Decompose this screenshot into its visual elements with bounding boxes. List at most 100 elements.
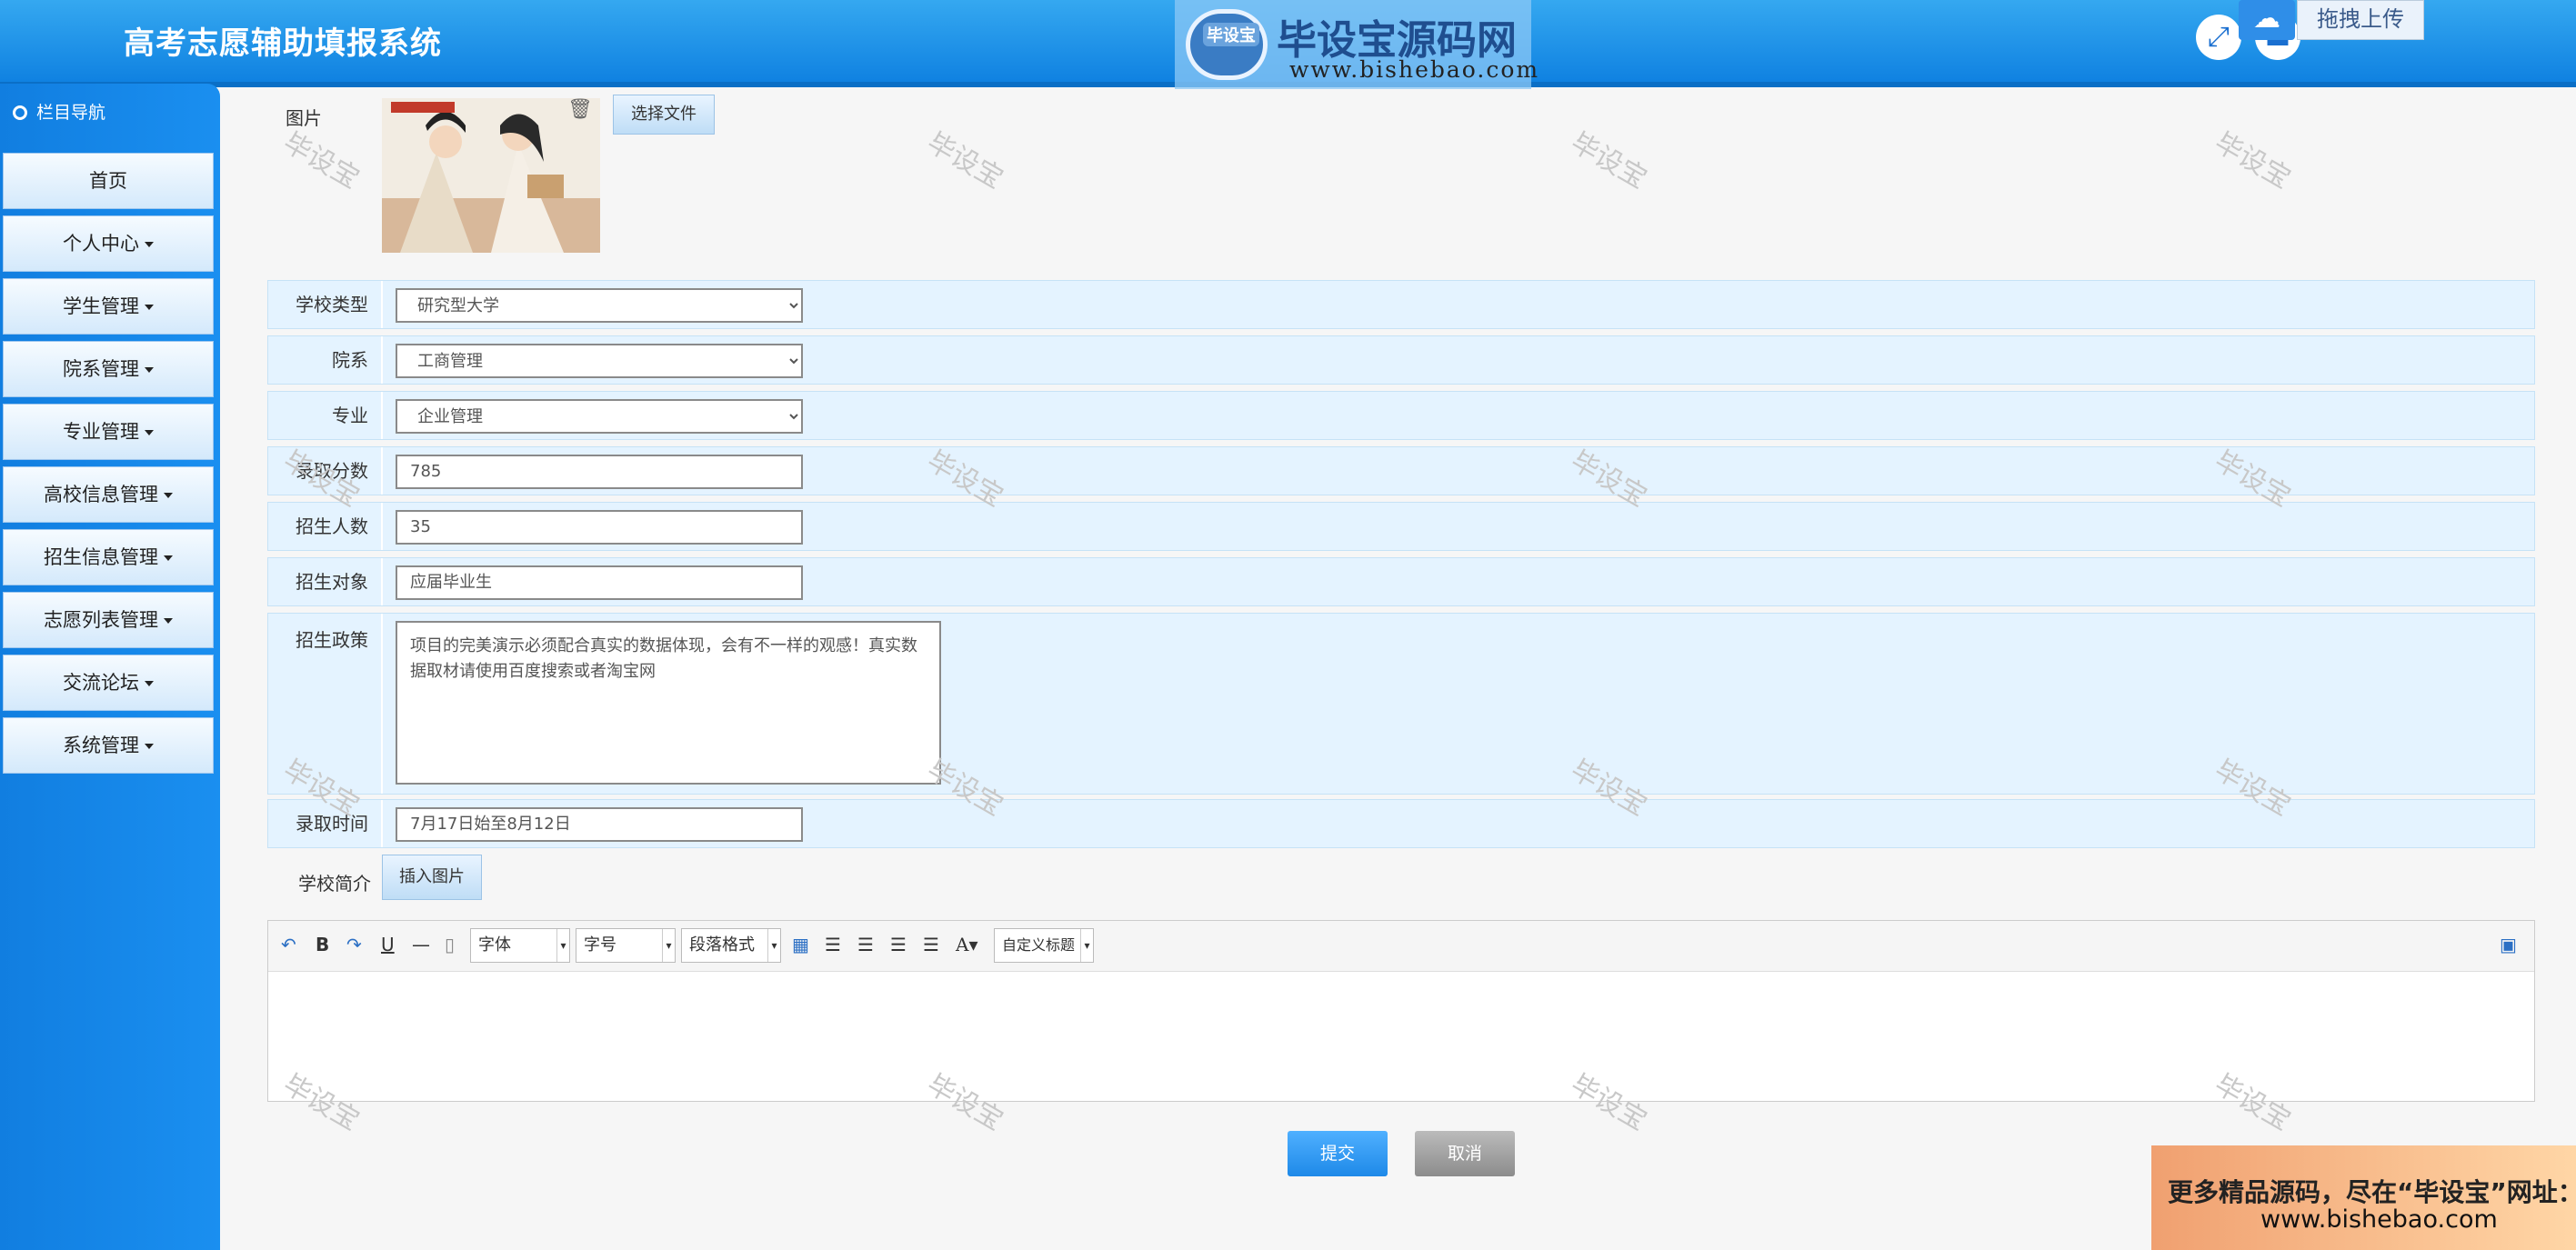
dropdown-arrow-icon: ▾ <box>556 929 569 962</box>
target-input[interactable]: 应届毕业生 <box>396 565 803 600</box>
sidebar-item-forum[interactable]: 交流论坛 <box>3 655 214 711</box>
enroll-count-label: 招生人数 <box>268 503 383 550</box>
caret-down-icon <box>145 367 154 373</box>
custom-title-select[interactable]: 自定义标题 ▾ <box>994 928 1094 963</box>
editor-content-area[interactable] <box>268 972 2534 1101</box>
sidebar: 栏目导航 首页 个人中心 学生管理 院系管理 专业管理 高校信息管理 招生信息管… <box>0 84 220 1250</box>
sidebar-item-label: 交流论坛 <box>63 672 139 694</box>
sidebar-item-home[interactable]: 首页 <box>3 153 214 209</box>
sidebar-item-label: 学生管理 <box>63 295 139 317</box>
align-justify-icon[interactable]: ☰ <box>923 934 939 955</box>
site-logo: 毕设宝 毕设宝源码网 www.bishebao.com <box>1175 0 1538 89</box>
sidebar-item-label: 志愿列表管理 <box>44 609 158 631</box>
top-header: 高考志愿辅助填报系统 毕设宝 毕设宝源码网 www.bishebao.com ⤢… <box>0 0 2576 89</box>
caret-down-icon <box>164 555 173 561</box>
undo-icon[interactable]: ↶ <box>281 934 296 955</box>
source-view-icon[interactable]: ▣ <box>2500 934 2517 955</box>
policy-row: 招生政策 项目的完美演示必须配合真实的数据体现，会有不一样的观感！真实数据取材请… <box>267 613 2535 795</box>
sidebar-item-label: 专业管理 <box>63 421 139 443</box>
logo-url: www.bishebao.com <box>1289 56 1540 83</box>
paragraph-format-label: 段落格式 <box>689 935 755 955</box>
promo-line-1: 更多精品源码，尽在“毕设宝”网址： <box>2168 1177 2576 1207</box>
table-icon[interactable]: ▦ <box>792 934 809 955</box>
sidebar-item-admission-info[interactable]: 招生信息管理 <box>3 529 214 585</box>
bold-icon[interactable]: B <box>316 934 329 955</box>
paragraph-format-select[interactable]: 段落格式 ▾ <box>681 928 781 963</box>
sidebar-item-label: 高校信息管理 <box>44 484 158 505</box>
sidebar-item-students[interactable]: 学生管理 <box>3 278 214 335</box>
watermark: 毕设宝 <box>921 126 1008 195</box>
logo-badge-text: 毕设宝 <box>1203 23 1259 46</box>
sidebar-item-majors[interactable]: 专业管理 <box>3 404 214 460</box>
drag-upload-button[interactable]: 拖拽上传 <box>2297 0 2424 40</box>
caret-down-icon <box>145 681 154 686</box>
major-label: 专业 <box>268 392 383 439</box>
sidebar-item-label: 院系管理 <box>63 358 139 380</box>
admission-time-input[interactable]: 7月17日始至8月12日 <box>396 807 803 842</box>
horizontal-rule-icon[interactable]: — <box>412 934 430 955</box>
caret-down-icon <box>145 744 154 749</box>
school-type-label: 学校类型 <box>268 281 383 328</box>
score-row: 录取分数 785 <box>267 446 2535 495</box>
score-input[interactable]: 785 <box>396 455 803 489</box>
font-family-label: 字体 <box>478 935 511 955</box>
choose-file-button[interactable]: 选择文件 <box>613 95 715 135</box>
redo-icon[interactable]: ↷ <box>346 934 362 955</box>
logo-badge: 毕设宝 <box>1186 9 1268 80</box>
dropdown-arrow-icon: ▾ <box>662 929 675 962</box>
caret-down-icon <box>145 305 154 310</box>
watermark: 毕设宝 <box>2209 126 2296 195</box>
underline-icon[interactable]: U <box>381 934 395 955</box>
sidebar-heading-label: 栏目导航 <box>36 103 106 123</box>
caret-down-icon <box>145 242 154 247</box>
submit-button[interactable]: 提交 <box>1288 1131 1388 1176</box>
admission-time-row: 录取时间 7月17日始至8月12日 <box>267 799 2535 848</box>
major-select[interactable]: 企业管理 <box>396 399 803 434</box>
uploaded-image <box>382 98 600 253</box>
font-size-select[interactable]: 字号 ▾ <box>576 928 676 963</box>
sidebar-item-departments[interactable]: 院系管理 <box>3 341 214 397</box>
cloud-upload-icon[interactable]: ☁ <box>2239 0 2295 40</box>
score-label: 录取分数 <box>268 447 383 495</box>
fullscreen-button[interactable]: ⤢ <box>2196 15 2241 60</box>
sidebar-item-system[interactable]: 系统管理 <box>3 717 214 774</box>
promo-banner: 更多精品源码，尽在“毕设宝”网址： www.bishebao.com <box>2151 1145 2576 1250</box>
target-label: 招生对象 <box>268 558 383 605</box>
admission-time-label: 录取时间 <box>268 800 383 847</box>
policy-label: 招生政策 <box>268 614 383 794</box>
sidebar-heading: 栏目导航 <box>0 93 220 133</box>
align-left-icon[interactable]: ☰ <box>825 934 841 955</box>
app-title: 高考志愿辅助填报系统 <box>124 25 442 62</box>
department-select[interactable]: 工商管理 <box>396 344 803 378</box>
school-type-select[interactable]: 研究型大学 <box>396 288 803 323</box>
enroll-count-input[interactable]: 35 <box>396 510 803 545</box>
school-type-row: 学校类型 研究型大学 <box>267 280 2535 329</box>
font-color-icon[interactable]: A▾ <box>956 934 977 955</box>
sidebar-item-personal-center[interactable]: 个人中心 <box>3 215 214 272</box>
department-row: 院系 工商管理 <box>267 335 2535 385</box>
insert-image-button[interactable]: 插入图片 <box>382 855 482 900</box>
sidebar-item-preference-list[interactable]: 志愿列表管理 <box>3 592 214 648</box>
expand-icon: ⤢ <box>2208 21 2230 53</box>
custom-title-label: 自定义标题 <box>1002 936 1076 954</box>
school-intro-label: 学校简介 <box>298 873 371 895</box>
delete-image-icon[interactable]: 🗑 <box>567 98 593 121</box>
align-center-icon[interactable]: ☰ <box>890 934 907 955</box>
promo-url: www.bishebao.com <box>2260 1205 2498 1234</box>
rich-text-editor: ↶ B ↷ U — ▯ 字体 ▾ 字号 ▾ 段落格式 ▾ ▦ ☰ ☰ ☰ ☰ A▾ 自… <box>267 920 2535 1102</box>
align-right-icon[interactable]: ☰ <box>857 934 874 955</box>
policy-textarea[interactable]: 项目的完美演示必须配合真实的数据体现，会有不一样的观感！真实数据取材请使用百度搜… <box>396 621 941 785</box>
cancel-button[interactable]: 取消 <box>1415 1131 1515 1176</box>
caret-down-icon <box>164 493 173 498</box>
font-family-select[interactable]: 字体 ▾ <box>470 928 570 963</box>
upload-widget[interactable]: ☁ 拖拽上传 <box>2239 0 2434 40</box>
caret-down-icon <box>145 430 154 435</box>
dropdown-arrow-icon: ▾ <box>1080 929 1093 962</box>
new-document-icon[interactable]: ▯ <box>445 934 455 955</box>
radio-dot-icon <box>13 105 27 120</box>
target-row: 招生对象 应届毕业生 <box>267 557 2535 606</box>
watermark: 毕设宝 <box>1565 126 1652 195</box>
sidebar-item-university-info[interactable]: 高校信息管理 <box>3 466 214 523</box>
watermark: 毕设宝 <box>277 126 365 195</box>
editor-toolbar: ↶ B ↷ U — ▯ 字体 ▾ 字号 ▾ 段落格式 ▾ ▦ ☰ ☰ ☰ ☰ A▾ 自… <box>268 921 2534 972</box>
